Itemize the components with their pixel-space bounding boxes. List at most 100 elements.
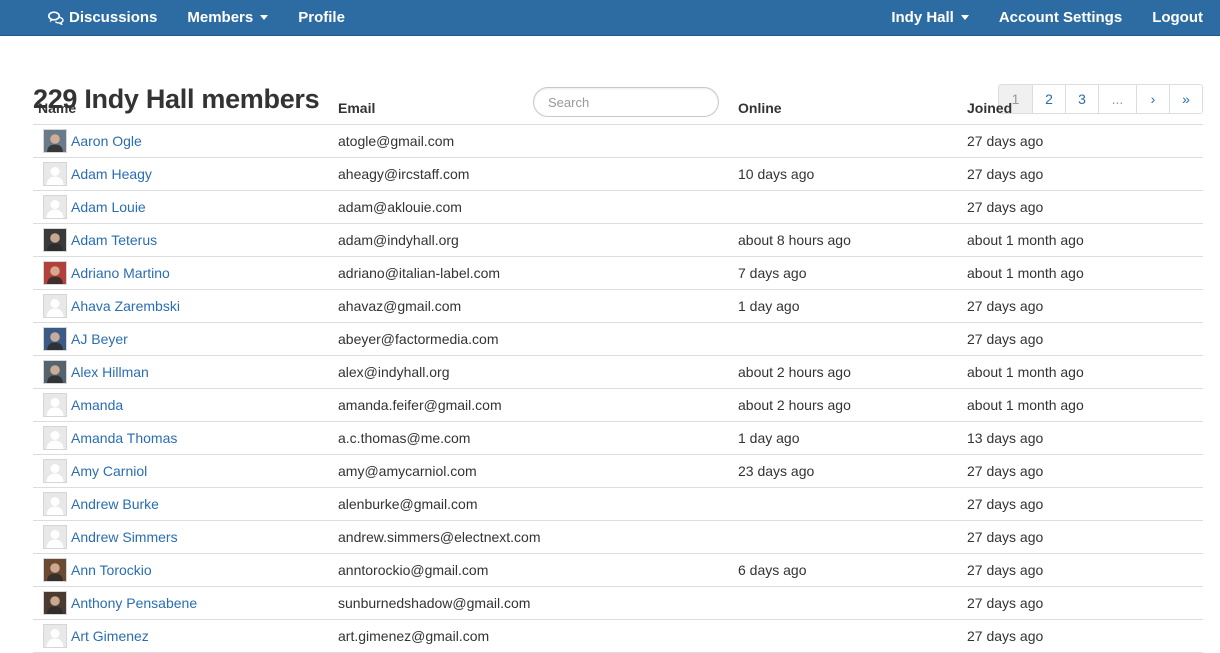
member-name-wrap: Art Gimenez	[38, 623, 328, 648]
nav-members-label: Members	[187, 9, 254, 26]
avatar[interactable]	[43, 194, 67, 219]
name-cell: Ann Torockio	[33, 553, 333, 587]
nav-indyhall-dropdown[interactable]: Indy Hall	[891, 0, 969, 35]
user-photo-icon	[44, 360, 66, 383]
table-row: Amy Carniol amy@amycarniol.com 23 days ago…	[33, 454, 1203, 488]
avatar[interactable]	[43, 425, 67, 450]
default-avatar-icon	[44, 393, 66, 416]
member-email: art.gimenez@gmail.com	[333, 619, 733, 653]
name-cell: Adam Heagy	[33, 157, 333, 191]
member-joined: 27 days ago	[962, 520, 1203, 554]
member-name-wrap: Ahava Zarembski	[38, 293, 328, 318]
table-row: AJ Beyer abeyer@factormedia.com 27 days ag…	[33, 322, 1203, 356]
member-email: amy@amycarniol.com	[333, 454, 733, 488]
default-avatar-icon	[44, 624, 66, 647]
member-name-wrap: Adriano Martino	[38, 260, 328, 285]
avatar[interactable]	[43, 260, 67, 285]
table-row: Adam Heagy aheagy@ircstaff.com 10 days ago…	[33, 157, 1203, 191]
member-email: amanda.feifer@gmail.com	[333, 388, 733, 422]
member-name-wrap: Andrew Burke	[38, 491, 328, 516]
avatar[interactable]	[43, 359, 67, 384]
member-online	[733, 124, 962, 158]
table-row: Art Gimenez art.gimenez@gmail.com 27 days …	[33, 619, 1203, 653]
member-online	[733, 520, 962, 554]
member-name-link[interactable]: Amanda Thomas	[71, 430, 177, 446]
member-email: adam@aklouie.com	[333, 190, 733, 224]
avatar[interactable]	[43, 458, 67, 483]
member-joined: about 1 month ago	[962, 388, 1203, 422]
name-cell: AJ Beyer	[33, 322, 333, 356]
member-joined: 27 days ago	[962, 619, 1203, 653]
member-email: andrew.simmers@electnext.com	[333, 520, 733, 554]
member-joined: 27 days ago	[962, 454, 1203, 488]
nav-discussions-label: Discussions	[69, 9, 158, 26]
nav-discussions[interactable]: Discussions	[48, 0, 157, 35]
user-photo-icon	[44, 327, 66, 350]
table-row: Adam Louie adam@aklouie.com 27 days ago	[33, 190, 1203, 224]
member-online: 23 days ago	[733, 454, 962, 488]
avatar[interactable]	[43, 491, 67, 516]
member-email: alenburke@gmail.com	[333, 487, 733, 521]
member-name-wrap: Andrew Simmers	[38, 524, 328, 549]
avatar[interactable]	[43, 227, 67, 252]
header-email: Email	[333, 92, 733, 125]
avatar[interactable]	[43, 590, 67, 615]
avatar[interactable]	[43, 326, 67, 351]
member-name-link[interactable]: Ahava Zarembski	[71, 298, 180, 314]
member-name-wrap: Adam Heagy	[38, 161, 328, 186]
name-cell: Alex Hillman	[33, 355, 333, 389]
table-row: Ahava Zarembski ahavaz@gmail.com 1 day ago…	[33, 289, 1203, 323]
member-name-link[interactable]: Adriano Martino	[71, 265, 170, 281]
avatar[interactable]	[43, 557, 67, 582]
member-name-wrap: Aaron Ogle	[38, 128, 328, 153]
member-name-link[interactable]: Adam Louie	[71, 199, 146, 215]
member-name-wrap: Adam Louie	[38, 194, 328, 219]
default-avatar-icon	[44, 525, 66, 548]
member-name-link[interactable]: Alex Hillman	[71, 364, 149, 380]
nav-members-dropdown[interactable]: Members	[187, 0, 269, 35]
member-name-wrap: Anthony Pensabene	[38, 590, 328, 615]
name-cell: Ahava Zarembski	[33, 289, 333, 323]
nav-account-settings[interactable]: Account Settings	[999, 0, 1122, 35]
member-name-link[interactable]: Andrew Simmers	[71, 529, 178, 545]
table-row: Aaron Ogle atogle@gmail.com 27 days ago	[33, 124, 1203, 158]
table-row: Adam Teterus adam@indyhall.org about 8 hou…	[33, 223, 1203, 257]
name-cell: Andrew Simmers	[33, 520, 333, 554]
member-name-wrap: Alex Hillman	[38, 359, 328, 384]
member-name-link[interactable]: Anthony Pensabene	[71, 595, 197, 611]
member-name-link[interactable]: Art Gimenez	[71, 628, 149, 644]
member-name-link[interactable]: Aaron Ogle	[71, 133, 142, 149]
member-online	[733, 586, 962, 620]
member-name-link[interactable]: Adam Teterus	[71, 232, 157, 248]
member-name-link[interactable]: Amanda	[71, 397, 123, 413]
nav-logout[interactable]: Logout	[1152, 0, 1203, 35]
member-name-wrap: AJ Beyer	[38, 326, 328, 351]
avatar[interactable]	[43, 524, 67, 549]
member-joined: about 1 month ago	[962, 223, 1203, 257]
member-joined: 13 days ago	[962, 421, 1203, 455]
member-online: about 2 hours ago	[733, 388, 962, 422]
avatar[interactable]	[43, 161, 67, 186]
table-row: Andrew Burke alenburke@gmail.com 27 days a…	[33, 487, 1203, 521]
member-joined: 27 days ago	[962, 586, 1203, 620]
member-joined: 27 days ago	[962, 289, 1203, 323]
member-joined: 27 days ago	[962, 124, 1203, 158]
member-name-link[interactable]: Adam Heagy	[71, 166, 152, 182]
default-avatar-icon	[44, 426, 66, 449]
nav-profile[interactable]: Profile	[298, 0, 345, 35]
member-online: 7 days ago	[733, 256, 962, 290]
member-name-link[interactable]: Amy Carniol	[71, 463, 147, 479]
member-name-link[interactable]: Ann Torockio	[71, 562, 152, 578]
default-avatar-icon	[44, 459, 66, 482]
default-avatar-icon	[44, 294, 66, 317]
avatar[interactable]	[43, 392, 67, 417]
member-name-link[interactable]: Andrew Burke	[71, 496, 159, 512]
member-name-link[interactable]: AJ Beyer	[71, 331, 128, 347]
avatar[interactable]	[43, 128, 67, 153]
avatar[interactable]	[43, 293, 67, 318]
avatar[interactable]	[43, 623, 67, 648]
chat-bubbles-icon	[48, 10, 64, 25]
name-cell: Adam Teterus	[33, 223, 333, 257]
nav-right: Indy Hall Account Settings Logout	[861, 0, 1203, 35]
name-cell: Andrew Burke	[33, 487, 333, 521]
